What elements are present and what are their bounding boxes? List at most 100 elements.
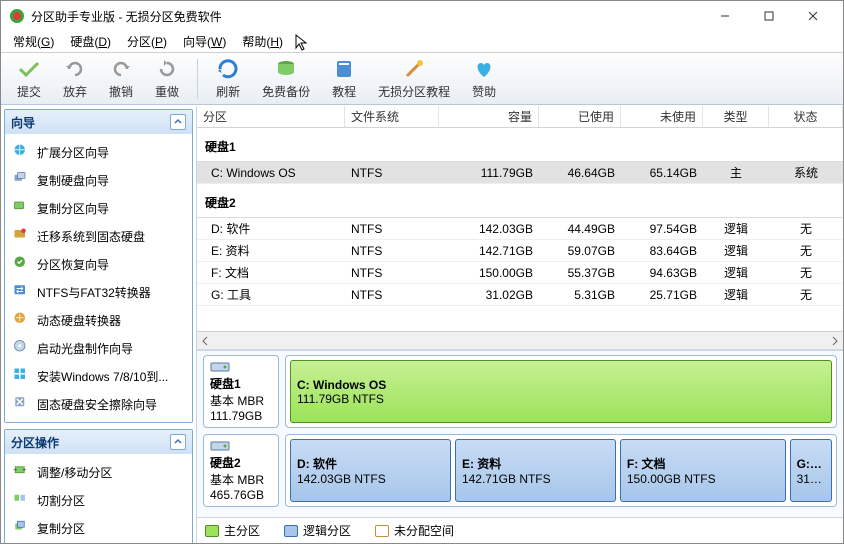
partition-segment[interactable]: E: 资料142.71GB NTFS xyxy=(455,439,616,502)
toolbar-course[interactable]: 无损分区教程 xyxy=(368,55,460,102)
disk-map-bar: D: 软件142.03GB NTFSE: 资料142.71GB NTFSF: 文… xyxy=(285,434,837,507)
wand-icon xyxy=(402,57,426,81)
wizard-panel: 向导 扩展分区向导复制硬盘向导复制分区向导迁移系统到固态硬盘分区恢复向导⇄NTF… xyxy=(4,109,193,423)
resize-icon xyxy=(13,463,31,481)
list-item[interactable]: 安装Windows 7/8/10到... xyxy=(5,362,192,390)
wizard-panel-title: 向导 xyxy=(11,114,35,131)
menu-item-3[interactable]: 向导(W) xyxy=(175,31,234,52)
book-icon xyxy=(332,57,356,81)
backup-icon xyxy=(274,57,298,81)
heart-icon xyxy=(472,57,496,81)
list-item[interactable]: 切割分区 xyxy=(5,486,192,514)
app-icon xyxy=(9,8,25,24)
toolbar-tutorial[interactable]: 教程 xyxy=(322,55,366,102)
legend-primary: 主分区 xyxy=(205,522,260,539)
disk-info[interactable]: 硬盘1 基本 MBR 111.79GB xyxy=(203,355,279,428)
list-item[interactable]: ⇄NTFS与FAT32转换器 xyxy=(5,278,192,306)
disk-icon xyxy=(210,439,230,453)
disk-map-area: 硬盘1 基本 MBR 111.79GB C: Windows OS111.79G… xyxy=(197,349,843,517)
partition-segment[interactable]: D: 软件142.03GB NTFS xyxy=(290,439,451,502)
menu-item-0[interactable]: 常规(G) xyxy=(5,31,62,52)
wizard-panel-header[interactable]: 向导 xyxy=(5,110,192,134)
globe-icon xyxy=(13,143,31,161)
title-bar: 分区助手专业版 - 无损分区免费软件 xyxy=(1,1,843,31)
redo-icon xyxy=(155,57,179,81)
disk-info[interactable]: 硬盘2 基本 MBR 465.76GB xyxy=(203,434,279,507)
table-row[interactable]: C: Windows OS NTFS 111.79GB 46.64GB 65.1… xyxy=(197,162,843,184)
menu-bar: 常规(G)硬盘(D)分区(P)向导(W)帮助(H) xyxy=(1,31,843,53)
table-row[interactable]: E: 资料 NTFS 142.71GB 59.07GB 83.64GB 逻辑 无 xyxy=(197,240,843,262)
disk-map-bar: C: Windows OS111.79GB NTFS xyxy=(285,355,837,428)
list-item[interactable]: 扩展分区向导 xyxy=(5,138,192,166)
table-row[interactable]: F: 文档 NTFS 150.00GB 55.37GB 94.63GB 逻辑 无 xyxy=(197,262,843,284)
grid-header: 分区 文件系统 容量 已使用 未使用 类型 状态 xyxy=(197,106,843,128)
disk-icon xyxy=(210,360,230,374)
list-item[interactable]: 迁移系统到固态硬盘 xyxy=(5,222,192,250)
list-item[interactable]: 分区恢复向导 xyxy=(5,250,192,278)
toolbar-backup[interactable]: 免费备份 xyxy=(252,55,320,102)
toolbar-redo[interactable]: 重做 xyxy=(145,55,189,102)
copypart-icon xyxy=(13,199,31,217)
list-item[interactable]: 调整/移动分区 xyxy=(5,458,192,486)
toolbar-donate[interactable]: 赞助 xyxy=(462,55,506,102)
refresh-icon xyxy=(216,57,240,81)
chevron-up-icon[interactable] xyxy=(170,434,186,450)
table-row[interactable]: G: 工具 NTFS 31.02GB 5.31GB 25.71GB 逻辑 无 xyxy=(197,284,843,306)
minimize-button[interactable] xyxy=(703,2,747,30)
swatch-logical xyxy=(284,525,298,537)
list-item[interactable]: 启动光盘制作向导 xyxy=(5,334,192,362)
scroll-right-icon[interactable] xyxy=(829,335,841,347)
split-icon xyxy=(13,491,31,509)
col-free[interactable]: 未使用 xyxy=(621,106,703,127)
maximize-button[interactable] xyxy=(747,2,791,30)
list-item[interactable]: 动态硬盘转换器 xyxy=(5,306,192,334)
table-row[interactable]: D: 软件 NTFS 142.03GB 44.49GB 97.54GB 逻辑 无 xyxy=(197,218,843,240)
col-status[interactable]: 状态 xyxy=(769,106,843,127)
list-item[interactable]: 固态硬盘安全擦除向导 xyxy=(5,390,192,418)
list-item[interactable]: 复制硬盘向导 xyxy=(5,166,192,194)
windows-icon xyxy=(13,367,31,385)
partition-segment[interactable]: C: Windows OS111.79GB NTFS xyxy=(290,360,832,423)
window-title: 分区助手专业版 - 无损分区免费软件 xyxy=(31,8,703,25)
partition-segment[interactable]: F: 文档150.00GB NTFS xyxy=(620,439,786,502)
left-sidebar: 向导 扩展分区向导复制硬盘向导复制分区向导迁移系统到固态硬盘分区恢复向导⇄NTF… xyxy=(1,106,197,543)
toolbar: 提交放弃撤销重做刷新免费备份教程无损分区教程赞助 xyxy=(1,53,843,105)
partition-grid[interactable]: 硬盘1 C: Windows OS NTFS 111.79GB 46.64GB … xyxy=(197,128,843,331)
chevron-up-icon[interactable] xyxy=(170,114,186,130)
scroll-left-icon[interactable] xyxy=(199,335,211,347)
col-partition[interactable]: 分区 xyxy=(197,106,345,127)
partition-segment[interactable]: G: 工...31.0... xyxy=(790,439,832,502)
list-item[interactable]: 创建分区 xyxy=(5,542,192,543)
list-item[interactable]: 复制分区向导 xyxy=(5,194,192,222)
toolbar-undo[interactable]: 撤销 xyxy=(99,55,143,102)
main-area: 分区 文件系统 容量 已使用 未使用 类型 状态 硬盘1 C: Windows … xyxy=(197,106,843,543)
check-icon xyxy=(17,57,41,81)
swatch-unalloc xyxy=(375,525,389,537)
col-capacity[interactable]: 容量 xyxy=(439,106,539,127)
ops-panel: 分区操作 调整/移动分区切割分区复制分区创建分区 xyxy=(4,429,193,543)
close-button[interactable] xyxy=(791,2,835,30)
swatch-primary xyxy=(205,525,219,537)
copy-icon xyxy=(13,519,31,537)
ssd-icon xyxy=(13,227,31,245)
toolbar-commit[interactable]: 提交 xyxy=(7,55,51,102)
menu-item-2[interactable]: 分区(P) xyxy=(119,31,175,52)
undo-icon xyxy=(63,57,87,81)
horizontal-scrollbar[interactable] xyxy=(197,331,843,349)
toolbar-discard[interactable]: 放弃 xyxy=(53,55,97,102)
ops-panel-title: 分区操作 xyxy=(11,434,59,451)
col-used[interactable]: 已使用 xyxy=(539,106,621,127)
col-filesystem[interactable]: 文件系统 xyxy=(345,106,439,127)
toolbar-refresh[interactable]: 刷新 xyxy=(206,55,250,102)
disk-title: 硬盘2 xyxy=(197,184,843,218)
menu-item-1[interactable]: 硬盘(D) xyxy=(62,31,119,52)
menu-item-4[interactable]: 帮助(H) xyxy=(234,31,291,52)
list-item[interactable]: 复制分区 xyxy=(5,514,192,542)
bootcd-icon xyxy=(13,339,31,357)
erase-icon xyxy=(13,395,31,413)
legend-logical: 逻辑分区 xyxy=(284,522,351,539)
disk-title: 硬盘1 xyxy=(197,128,843,162)
col-type[interactable]: 类型 xyxy=(703,106,769,127)
ops-panel-header[interactable]: 分区操作 xyxy=(5,430,192,454)
toolbar-separator xyxy=(197,59,198,99)
